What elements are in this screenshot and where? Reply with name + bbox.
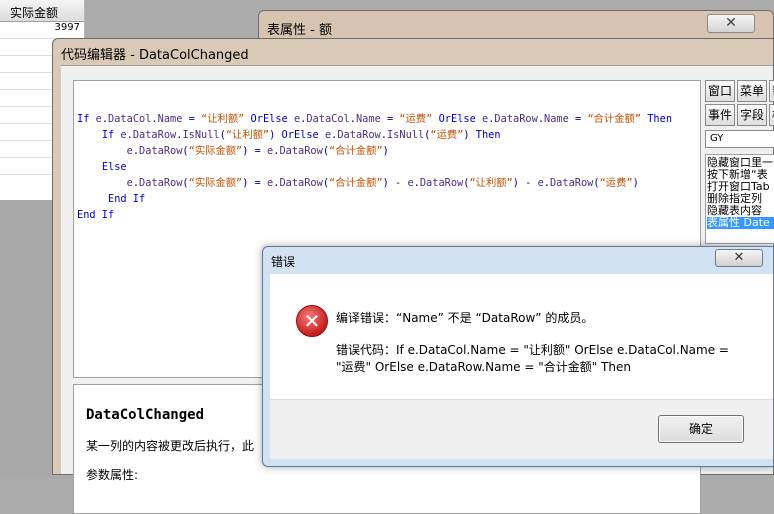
dialog-content: ✕ 编译错误：“Name” 不是 “DataRow” 的成员。 错误代码：If … [270, 274, 773, 459]
code-line[interactable]: End If [77, 191, 700, 207]
code-line[interactable]: e.DataRow(“实际金额”) = e.DataRow(“合计金额”) - … [77, 175, 700, 191]
tab-menu[interactable]: 菜单 [737, 80, 767, 102]
category-select[interactable]: GY [705, 130, 774, 148]
error-detail: 错误代码：If e.DataCol.Name = "让利额" OrElse e.… [336, 343, 729, 374]
close-button[interactable]: ✕ [715, 249, 763, 267]
code-line[interactable]: If e.DataRow.IsNull(“让利额”) OrElse e.Data… [77, 127, 700, 143]
snippet-list[interactable]: 隐藏窗口里一 按下新增“表 打开窗口Tab 删除指定列 隐藏表内容 表属性 Date [705, 154, 774, 244]
tab-events[interactable]: 事件 [705, 104, 735, 126]
close-button[interactable]: ✕ [707, 14, 755, 33]
dialog-footer: 确定 [270, 399, 773, 459]
window-title: 代码编辑器 - DataColChanged [61, 48, 249, 63]
tab-fields[interactable]: 字段 [737, 104, 767, 126]
error-message: 编译错误：“Name” 不是 “DataRow” 的成员。 [336, 311, 594, 325]
ok-button[interactable]: 确定 [658, 415, 744, 443]
dialog-title: 错误 [271, 255, 296, 269]
grid-cell[interactable]: 3997 [0, 22, 84, 39]
code-line[interactable]: e.DataRow(“实际金额”) = e.DataRow(“合计金额”) [77, 143, 700, 159]
tab-window[interactable]: 窗口 [705, 80, 735, 102]
tab-help[interactable]: 帮 [769, 80, 774, 102]
tab-strip: 窗口 菜单 帮 事件 字段 模 [705, 80, 774, 126]
snippet-list-item[interactable]: 表属性 Date [707, 217, 774, 229]
grid-column-header[interactable]: 实际金额 [0, 0, 84, 22]
tab-templates[interactable]: 模 [769, 104, 774, 126]
error-icon: ✕ [296, 305, 328, 337]
code-line[interactable]: Else [77, 159, 700, 175]
code-line[interactable]: End If [77, 207, 700, 223]
window-title: 表属性 - 额 [267, 23, 332, 38]
code-line[interactable]: If e.DataCol.Name = “让利额” OrElse e.DataC… [77, 111, 700, 127]
error-dialog: 错误 ✕ ✕ 编译错误：“Name” 不是 “DataRow” 的成员。 错误代… [262, 246, 774, 467]
